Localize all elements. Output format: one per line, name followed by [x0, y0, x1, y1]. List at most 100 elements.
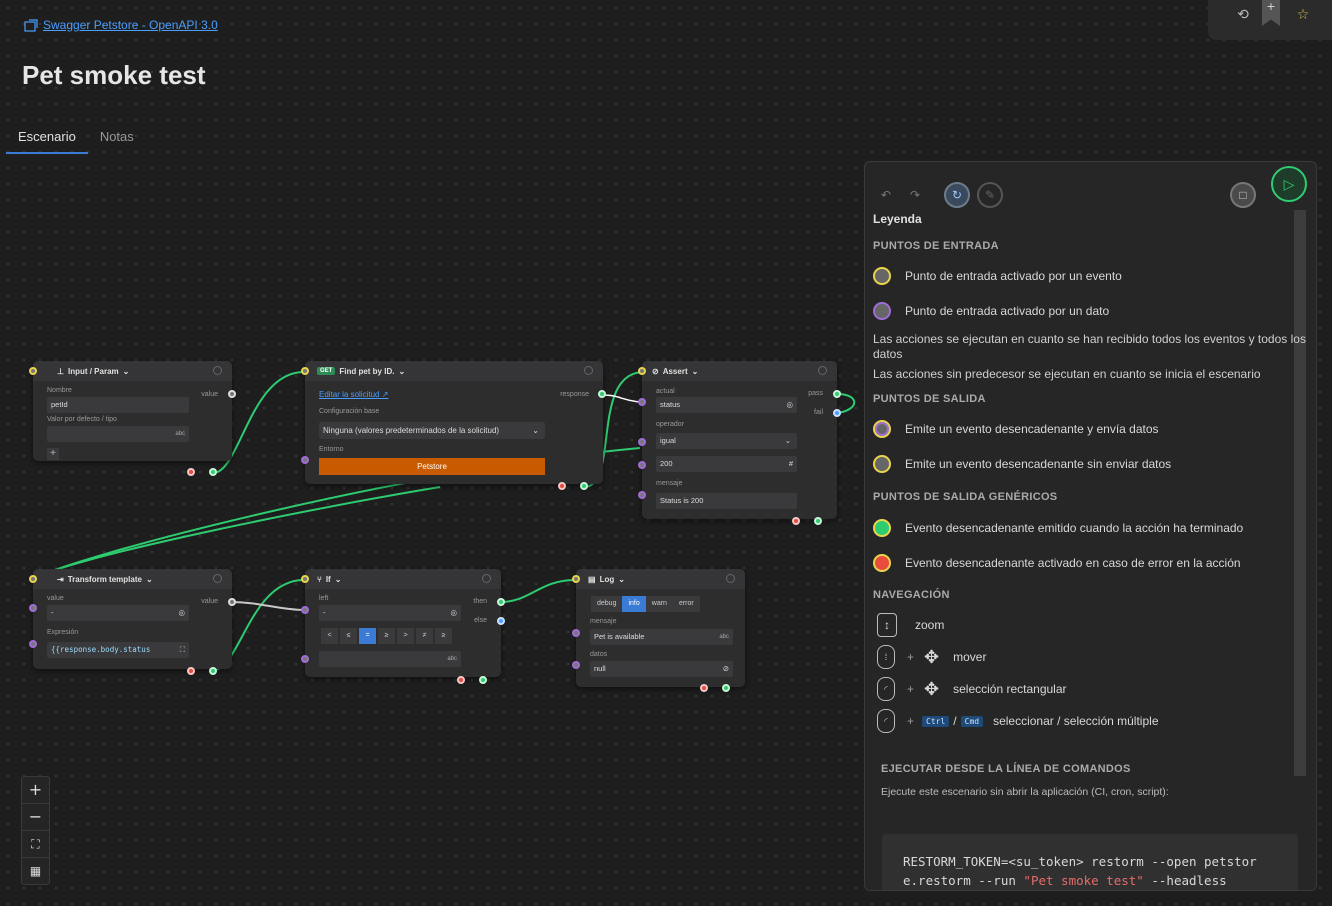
- default-input[interactable]: abc: [47, 426, 189, 442]
- left-input[interactable]: - ◎: [319, 605, 461, 621]
- redo-icon[interactable]: ↷: [902, 182, 928, 208]
- edit-icon[interactable]: ✎: [977, 182, 1003, 208]
- fit-view-button[interactable]: ⛶: [22, 831, 49, 858]
- chevron-down-icon[interactable]: ⌄: [146, 575, 153, 584]
- minimap-button[interactable]: ▦: [22, 858, 49, 884]
- port-event-in[interactable]: [301, 575, 309, 583]
- edit-request-label[interactable]: Editar la solicitud: [319, 390, 379, 399]
- port-expr-in[interactable]: [29, 640, 37, 648]
- op-ge2[interactable]: ≥: [435, 628, 452, 644]
- run-button[interactable]: ▷: [1271, 166, 1307, 202]
- op-ge[interactable]: ≥: [378, 628, 395, 644]
- add-button[interactable]: +: [47, 448, 59, 460]
- expected-input[interactable]: 200 #: [656, 456, 797, 472]
- op-eq[interactable]: =: [359, 628, 376, 644]
- level-info[interactable]: info: [622, 596, 646, 612]
- chevron-down-icon[interactable]: ⌄: [123, 367, 130, 376]
- settings-icon[interactable]: [818, 366, 827, 375]
- port-error-out[interactable]: [457, 676, 465, 684]
- port-then-out[interactable]: [497, 598, 505, 606]
- environment-button[interactable]: Petstore: [319, 458, 545, 475]
- op-gt[interactable]: >: [397, 628, 414, 644]
- expand-icon[interactable]: ⛶: [180, 642, 185, 658]
- port-event-in[interactable]: [638, 367, 646, 375]
- node-header[interactable]: GET Find pet by ID. ⌄: [305, 361, 603, 381]
- node-if[interactable]: ⑂ If ⌄ left - ◎ < ≤ = ≥ > ≠ ≥ abc then el…: [305, 569, 501, 677]
- port-else-out[interactable]: [497, 617, 505, 625]
- level-error[interactable]: error: [672, 596, 700, 612]
- node-header[interactable]: ⑂ If ⌄: [305, 569, 501, 589]
- name-input[interactable]: petId: [47, 397, 189, 413]
- port-event-in[interactable]: [301, 367, 309, 375]
- port-operator-in[interactable]: [638, 438, 646, 446]
- expression-input[interactable]: {{response.body.status ⛶: [47, 642, 189, 658]
- settings-icon[interactable]: [213, 366, 222, 375]
- settings-icon[interactable]: [482, 574, 491, 583]
- port-done-out[interactable]: [209, 667, 217, 675]
- port-right-in[interactable]: [301, 655, 309, 663]
- settings-icon[interactable]: [584, 366, 593, 375]
- port-fail-out[interactable]: [833, 409, 841, 417]
- port-done-out[interactable]: [209, 468, 217, 476]
- level-warn[interactable]: warn: [645, 596, 673, 612]
- port-done-out[interactable]: [580, 482, 588, 490]
- port-event-in[interactable]: [29, 367, 37, 375]
- chevron-down-icon[interactable]: ⌄: [692, 367, 699, 376]
- node-transform-template[interactable]: ⇥ Transform template ⌄ value - ◎ Expresió…: [33, 569, 232, 669]
- port-event-in[interactable]: [29, 575, 37, 583]
- message-input[interactable]: Pet is available abc: [590, 629, 733, 645]
- node-find-pet[interactable]: GET Find pet by ID. ⌄ Editar la solicitu…: [305, 361, 603, 484]
- node-header[interactable]: ⊘ Assert ⌄: [642, 361, 837, 381]
- node-assert[interactable]: ⊘ Assert ⌄ actual status ◎ operador igual…: [642, 361, 837, 519]
- port-error-out[interactable]: [700, 684, 708, 692]
- port-error-out[interactable]: [187, 667, 195, 675]
- zoom-in-button[interactable]: +: [22, 777, 49, 804]
- undo-icon[interactable]: ↶: [873, 182, 899, 208]
- port-done-out[interactable]: [722, 684, 730, 692]
- operator-select[interactable]: igual ⌄: [656, 433, 797, 449]
- node-log[interactable]: ▤ Log ⌄ debug info warn error mensaje Pe…: [576, 569, 745, 687]
- cli-command[interactable]: RESTORM_TOKEN=<su_token> restorm --open …: [882, 834, 1298, 890]
- stop-icon[interactable]: □: [1230, 182, 1256, 208]
- port-message-in[interactable]: [572, 629, 580, 637]
- data-input[interactable]: null ⊘: [590, 661, 733, 677]
- op-le[interactable]: ≤: [340, 628, 357, 644]
- port-value-in[interactable]: [29, 604, 37, 612]
- node-header[interactable]: ▤ Log ⌄: [576, 569, 745, 589]
- right-input[interactable]: abc: [319, 651, 461, 667]
- port-response-out[interactable]: [598, 390, 606, 398]
- auto-layout-icon[interactable]: ↻: [944, 182, 970, 208]
- settings-icon[interactable]: [726, 574, 735, 583]
- chevron-down-icon[interactable]: ⌄: [398, 367, 405, 376]
- chevron-down-icon[interactable]: ⌄: [335, 575, 342, 584]
- port-error-out[interactable]: [187, 468, 195, 476]
- port-expected-in[interactable]: [638, 461, 646, 469]
- port-data-in[interactable]: [572, 661, 580, 669]
- port-pass-out[interactable]: [833, 390, 841, 398]
- port-data-in[interactable]: [301, 456, 309, 464]
- chevron-down-icon[interactable]: ⌄: [618, 575, 625, 584]
- scrollbar[interactable]: [1294, 210, 1306, 776]
- port-done-out[interactable]: [814, 517, 822, 525]
- port-message-in[interactable]: [638, 491, 646, 499]
- port-value-out[interactable]: [228, 390, 236, 398]
- port-left-in[interactable]: [301, 606, 309, 614]
- op-lt[interactable]: <: [321, 628, 338, 644]
- port-event-in[interactable]: [572, 575, 580, 583]
- edit-request-link[interactable]: Editar la solicitud ↗: [319, 390, 388, 399]
- level-debug[interactable]: debug: [591, 596, 623, 612]
- port-error-out[interactable]: [558, 482, 566, 490]
- settings-icon[interactable]: [213, 574, 222, 583]
- zoom-out-button[interactable]: −: [22, 804, 49, 831]
- actual-input[interactable]: status ◎: [656, 397, 797, 413]
- port-actual-in[interactable]: [638, 398, 646, 406]
- value-input[interactable]: - ◎: [47, 605, 189, 621]
- port-done-out[interactable]: [479, 676, 487, 684]
- port-error-out[interactable]: [792, 517, 800, 525]
- clear-icon[interactable]: ⊘: [723, 661, 729, 677]
- node-header[interactable]: ⇥ Transform template ⌄: [33, 569, 232, 589]
- base-config-select[interactable]: Ninguna (valores predeterminados de la s…: [319, 422, 545, 439]
- op-ne[interactable]: ≠: [416, 628, 433, 644]
- port-value-out[interactable]: [228, 598, 236, 606]
- node-input-param[interactable]: ⊥ Input / Param ⌄ Nombre petId Valor por…: [33, 361, 232, 461]
